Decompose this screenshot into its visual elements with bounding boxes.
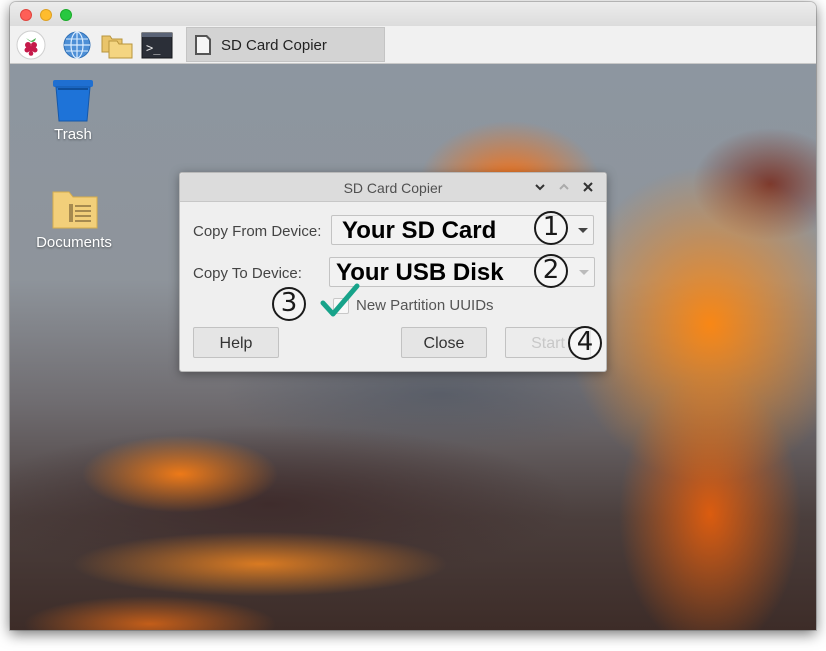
window-maximize-button[interactable] — [60, 9, 72, 21]
copy-to-value: Your USB Disk — [336, 259, 504, 286]
dialog-close-icon[interactable] — [581, 180, 595, 194]
sd-card-icon — [191, 33, 215, 57]
checkmark-annotation-icon — [320, 283, 360, 321]
chevron-down-icon — [578, 228, 588, 233]
chevron-down-icon — [579, 270, 589, 275]
file-manager-folders-icon[interactable] — [100, 30, 133, 60]
dialog-maximize-icon[interactable] — [557, 180, 571, 194]
help-button[interactable]: Help — [193, 327, 279, 358]
window-close-button[interactable] — [20, 9, 32, 21]
raspberry-menu-icon[interactable] — [16, 30, 46, 60]
trash-icon — [50, 78, 96, 122]
close-button[interactable]: Close — [401, 327, 487, 358]
app-window: >_ SD Card Copier Trash Documents SD Car… — [10, 2, 816, 630]
desktop-item-label: Documents — [36, 234, 112, 251]
window-titlebar — [10, 2, 816, 26]
svg-text:>_: >_ — [146, 41, 161, 55]
terminal-icon[interactable]: >_ — [141, 30, 173, 60]
desktop-item-label: Trash — [54, 126, 92, 143]
step-2-annotation: 2 — [534, 254, 568, 288]
new-partition-uuids-label: New Partition UUIDs — [356, 297, 494, 314]
copy-to-label: Copy To Device: — [193, 265, 302, 282]
copy-from-label: Copy From Device: — [193, 223, 322, 240]
window-minimize-button[interactable] — [40, 9, 52, 21]
dialog-minimize-icon[interactable] — [533, 180, 547, 194]
step-4-annotation: 4 — [568, 326, 602, 360]
desktop-wallpaper: Trash Documents SD Card Copier Copy From… — [10, 64, 816, 630]
taskbar-task-sd-card-copier[interactable]: SD Card Copier — [186, 27, 385, 62]
copy-from-value: Your SD Card — [342, 217, 497, 244]
taskbar-task-label: SD Card Copier — [221, 37, 327, 54]
step-3-annotation: 3 — [272, 287, 306, 321]
desktop-item-documents[interactable]: Documents — [26, 186, 122, 251]
documents-folder-icon — [51, 186, 98, 230]
dialog-titlebar: SD Card Copier — [180, 173, 606, 202]
desktop-item-trash[interactable]: Trash — [38, 78, 108, 143]
step-1-annotation: 1 — [534, 211, 568, 245]
taskbar: >_ SD Card Copier — [10, 26, 816, 64]
web-browser-globe-icon[interactable] — [62, 30, 92, 60]
